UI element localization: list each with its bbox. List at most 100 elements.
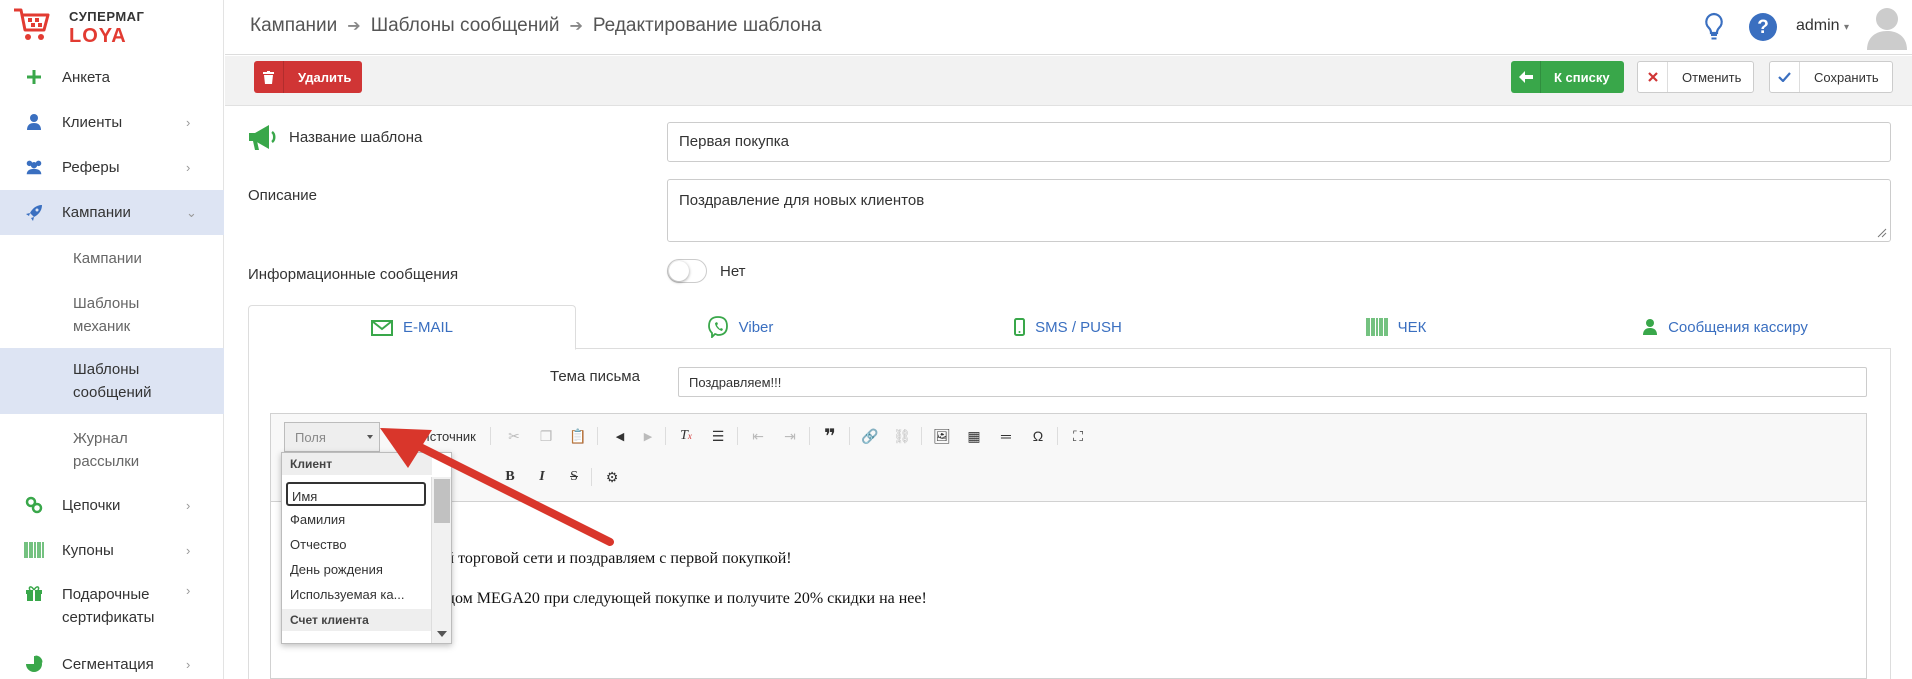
barcode-icon — [1365, 318, 1388, 336]
chevron-right-icon: › — [186, 114, 191, 130]
sidebar-subitem-mechanic-templates[interactable]: Шаблоны механик — [0, 292, 224, 338]
top-bar: Кампании ➔ Шаблоны сообщений ➔ Редактиро… — [225, 0, 1912, 55]
sidebar-subitem-mailing-log[interactable]: Журнал рассылки — [0, 427, 224, 473]
delete-button[interactable]: Удалить — [254, 61, 362, 93]
to-list-button[interactable]: К списку — [1511, 61, 1624, 93]
gift-icon — [24, 583, 44, 603]
viber-icon — [707, 316, 728, 338]
dropdown-scrollbar[interactable] — [431, 477, 451, 643]
arrow-right-icon: ➔ — [569, 18, 583, 35]
caret-down-icon: ▾ — [1844, 22, 1850, 33]
toolbar-separator — [591, 468, 592, 486]
megaphone-icon — [249, 125, 276, 150]
lightbulb-icon[interactable] — [1703, 12, 1725, 42]
tab-label: Viber — [738, 318, 774, 336]
sidebar-item-gift-certificates[interactable]: Подарочные сертификаты › — [0, 583, 224, 629]
tab-email[interactable]: E-MAIL — [248, 305, 576, 350]
tab-receipt[interactable]: ЧЕК — [1232, 305, 1560, 349]
special-char-icon[interactable]: Ω — [1025, 423, 1051, 449]
sidebar-item-segmentation[interactable]: Сегментация › — [0, 652, 224, 676]
tab-cashier-messages[interactable]: Сообщения кассиру — [1560, 305, 1890, 349]
sidebar-item-campaigns[interactable]: Кампании ⌄ — [0, 190, 224, 235]
caret-down-icon — [367, 435, 373, 439]
dropdown-option-used-card[interactable]: Используемая ка... — [286, 582, 426, 606]
breadcrumb-item[interactable]: Кампании — [250, 15, 337, 37]
sidebar-item-label: Подарочные сертификаты — [62, 586, 155, 626]
redo-icon[interactable]: ▶ — [635, 423, 661, 449]
rocket-icon — [24, 203, 44, 223]
tab-viber[interactable]: Viber — [576, 305, 904, 349]
users-icon — [24, 157, 44, 177]
sidebar-subitem-label: Шаблоны механик — [73, 295, 140, 335]
sidebar-item-chains[interactable]: Цепочки › — [0, 493, 224, 517]
info-messages-toggle[interactable] — [667, 259, 707, 283]
description-textarea[interactable]: Поздравление для новых клиентов — [667, 179, 1891, 242]
editor-toolbar: Поля <P> Источник ✂ ❐ 📋 ◀ ▶ Tx ☰ ⇤ ⇥ ❞ 🔗… — [271, 414, 1866, 502]
sidebar-item-label: Кампании — [62, 204, 131, 221]
info-messages-label: Информационные сообщения — [248, 266, 459, 283]
cut-icon[interactable]: ✂ — [501, 423, 527, 449]
dropdown-option-birthday[interactable]: День рождения — [286, 557, 426, 581]
cart-icon — [14, 8, 50, 40]
help-icon[interactable]: ? — [1748, 12, 1778, 42]
decrease-indent-icon[interactable]: ⇤ — [745, 423, 771, 449]
tab-sms-push[interactable]: SMS / PUSH — [904, 305, 1232, 349]
paste-icon[interactable]: 📋 — [565, 423, 591, 449]
svg-text:?: ? — [1757, 17, 1769, 38]
unlink-icon[interactable]: ⛓ — [889, 423, 915, 449]
email-subject-input[interactable]: Поздравляем!!! — [678, 367, 1867, 397]
table-icon[interactable]: ▦ — [961, 423, 987, 449]
template-name-input[interactable]: Первая покупка — [667, 122, 1891, 162]
bold-icon[interactable]: B — [497, 464, 523, 490]
user-name: admin — [1796, 17, 1840, 34]
logo[interactable]: СУПЕРМАГ LOYA — [12, 6, 212, 50]
strikethrough-icon[interactable]: S — [561, 464, 587, 490]
increase-indent-icon[interactable]: ⇥ — [777, 423, 803, 449]
save-button[interactable]: Сохранить — [1769, 61, 1893, 93]
chevron-right-icon: › — [186, 497, 191, 513]
dropdown-option-lastname[interactable]: Фамилия — [286, 507, 426, 531]
dropdown-option-name[interactable]: Имя — [286, 482, 426, 506]
sidebar-item-label: Анкета — [62, 68, 110, 86]
user-menu[interactable]: admin ▾ — [1796, 17, 1849, 35]
editor-text-line: о-кодом MEGA20 при следующей покупке и п… — [419, 590, 927, 607]
sidebar-subitem-message-templates[interactable]: Шаблоны сообщений — [0, 348, 224, 414]
breadcrumb-item[interactable]: Шаблоны сообщений — [371, 15, 560, 37]
user-icon — [1643, 319, 1658, 335]
sidebar-item-clients[interactable]: Клиенты › — [0, 110, 224, 134]
remove-format-icon[interactable]: Tx — [673, 423, 699, 449]
link-icon[interactable]: 🔗 — [857, 423, 883, 449]
toolbar-separator — [490, 427, 491, 445]
avatar[interactable] — [1866, 4, 1908, 50]
pie-chart-icon — [24, 654, 44, 674]
fields-dropdown-combo[interactable]: Поля — [284, 422, 380, 452]
blockquote-icon[interactable]: ❞ — [817, 423, 843, 449]
sidebar-item-label: Цепочки — [62, 496, 121, 514]
editor-body[interactable]: ашей торговой сети и поздравляем с перво… — [271, 502, 1866, 678]
sidebar-subitem-label: Кампании — [73, 250, 142, 267]
scroll-down-icon[interactable] — [437, 631, 447, 637]
email-subject-label: Тема письма — [550, 368, 640, 385]
resize-handle-icon[interactable] — [1877, 228, 1887, 238]
scrollbar-thumb[interactable] — [434, 479, 450, 523]
cancel-button[interactable]: Отменить — [1637, 61, 1754, 93]
envelope-icon — [370, 319, 393, 336]
undo-icon[interactable]: ◀ — [607, 423, 633, 449]
action-toolbar: Удалить К списку Отменить Сохранить — [225, 56, 1912, 106]
source-button[interactable]: <P> Источник — [398, 423, 476, 449]
chevron-right-icon: › — [186, 542, 191, 558]
maximize-icon[interactable]: ⛶ — [1065, 423, 1091, 449]
sidebar-item-anketa[interactable]: Анкета — [0, 65, 224, 89]
sidebar-item-coupons[interactable]: Купоны › — [0, 538, 224, 562]
bulleted-list-icon[interactable]: ☰ — [705, 423, 731, 449]
templates-icon[interactable]: ⚙ — [599, 464, 625, 490]
italic-icon[interactable]: I — [529, 464, 555, 490]
copy-icon[interactable]: ❐ — [533, 423, 559, 449]
sidebar-item-referers[interactable]: Реферы › — [0, 155, 224, 179]
image-icon[interactable]: 🖼 — [929, 423, 955, 449]
sidebar: СУПЕРМАГ LOYA Анкета Клиенты › Реферы › … — [0, 0, 224, 679]
horizontal-line-icon[interactable]: ═ — [993, 423, 1019, 449]
sidebar-subitem-campaigns[interactable]: Кампании — [0, 247, 224, 271]
dropdown-option-patronymic[interactable]: Отчество — [286, 532, 426, 556]
delete-button-label: Удалить — [298, 69, 352, 85]
